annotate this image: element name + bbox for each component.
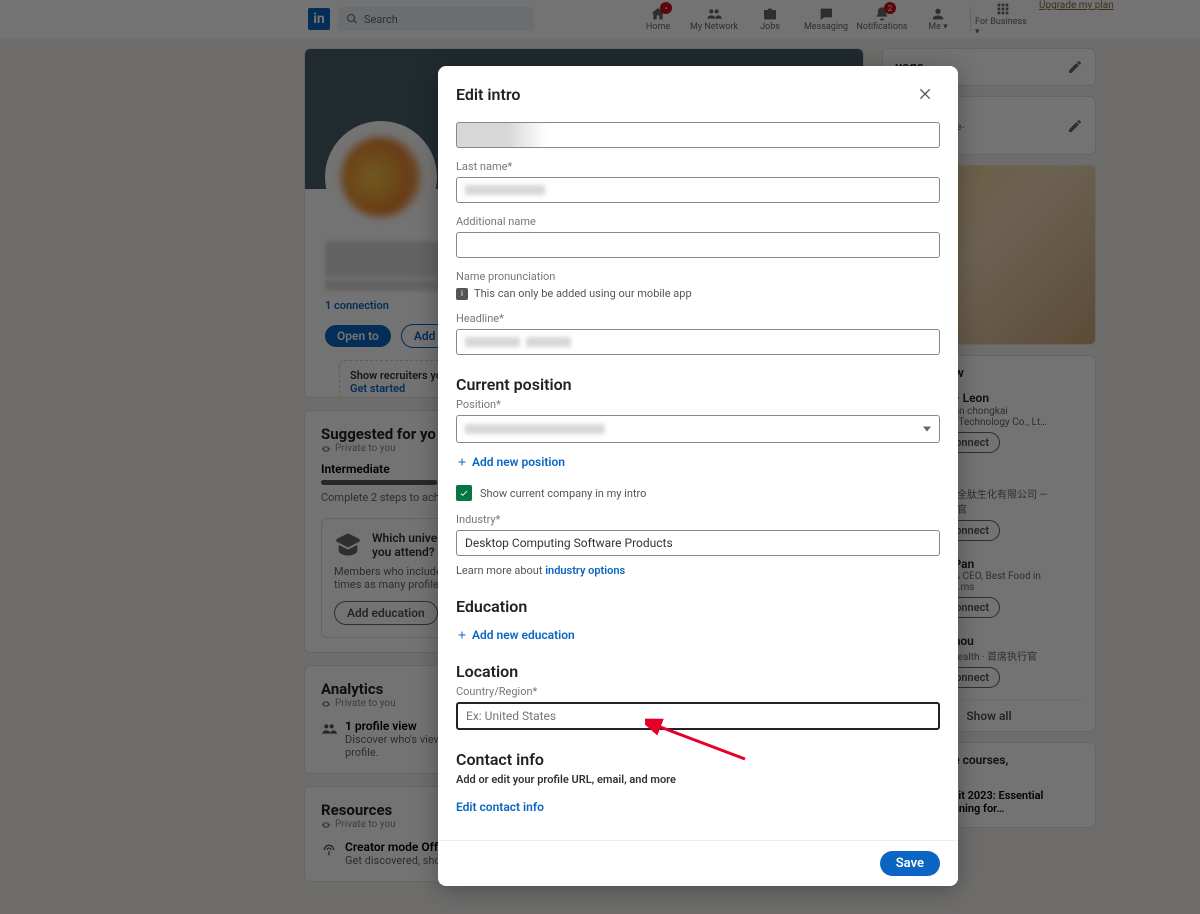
last-name-label: Last name* [456,160,940,173]
edit-intro-modal: Edit intro Last name* Additional name Na… [438,66,958,886]
last-name-input[interactable] [456,177,940,203]
headline-input[interactable] [456,329,940,355]
edit-contact-link[interactable]: Edit contact info [456,800,940,814]
close-icon [918,86,934,102]
education-heading: Education [456,597,940,616]
additional-name-label: Additional name [456,215,940,228]
industry-options-link[interactable]: industry options [545,564,625,577]
industry-label: Industry* [456,513,940,526]
location-heading: Location [456,662,940,681]
contact-info-heading: Contact info [456,750,940,769]
first-name-input[interactable] [456,122,940,148]
country-input[interactable] [456,702,940,730]
contact-info-sub: Add or edit your profile URL, email, and… [456,773,940,786]
save-button[interactable]: Save [880,851,940,876]
plus-icon [456,456,468,468]
show-company-label: Show current company in my intro [480,487,646,500]
additional-name-input[interactable] [456,232,940,258]
position-label: Position* [456,398,940,411]
check-icon [459,488,469,498]
industry-learn-more: Learn more about industry options [456,564,940,577]
country-label: Country/Region* [456,685,940,698]
close-button[interactable] [912,80,940,108]
pronunciation-note: i This can only be added using our mobil… [456,287,940,300]
pronunciation-label: Name pronunciation [456,270,940,283]
show-company-checkbox[interactable] [456,485,472,501]
add-position-link[interactable]: Add new position [456,455,940,469]
plus-icon [456,629,468,641]
add-education-link[interactable]: Add new education [456,628,940,642]
industry-input[interactable] [456,530,940,556]
modal-title: Edit intro [456,85,520,104]
headline-label: Headline* [456,312,940,325]
current-position-heading: Current position [456,375,940,394]
info-icon: i [456,288,468,300]
position-select[interactable] [456,415,940,443]
